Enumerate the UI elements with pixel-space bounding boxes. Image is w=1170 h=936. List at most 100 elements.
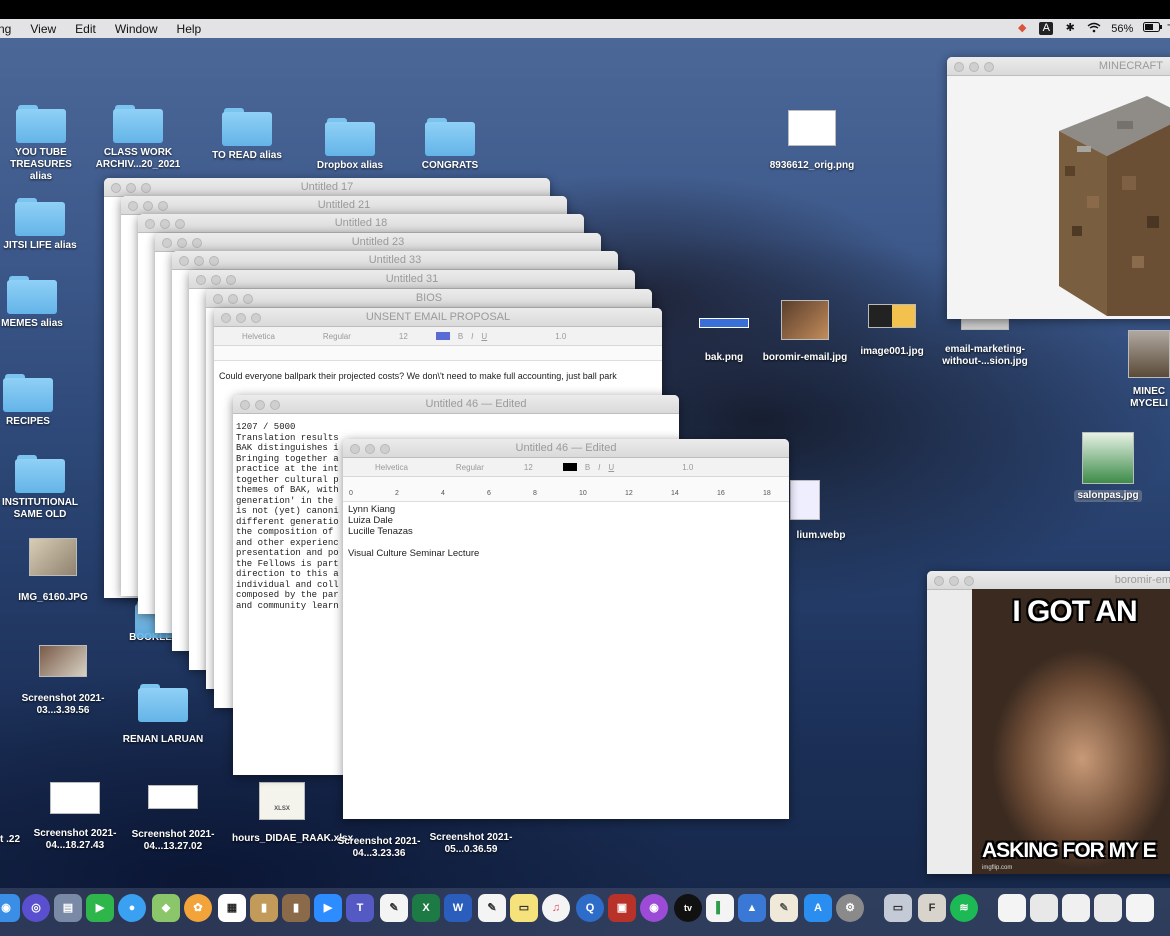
messages-icon[interactable]: ● <box>118 894 146 922</box>
menu-app[interactable]: ng <box>0 22 11 36</box>
folder-icon-class-work[interactable]: CLASS WORK ARCHIV...20_2021 <box>92 105 184 171</box>
menu-view[interactable]: View <box>30 22 56 36</box>
image-file-email-marketing[interactable]: email-marketing-without-...sion.jpg <box>932 318 1038 368</box>
boromir-window-titlebar[interactable]: boromir-em <box>927 571 1170 590</box>
zoom-button[interactable] <box>251 313 261 323</box>
app-store-icon[interactable]: A <box>804 894 832 922</box>
siri-icon[interactable]: ◎ <box>22 894 50 922</box>
zoom-button[interactable] <box>141 183 151 193</box>
zoom-button[interactable] <box>209 256 219 266</box>
script-editor-icon[interactable]: ✎ <box>770 894 798 922</box>
spotify-icon[interactable]: ≋ <box>950 894 978 922</box>
notes-folder-icon[interactable]: ▮ <box>250 894 278 922</box>
books-icon[interactable]: ▮ <box>282 894 310 922</box>
maps-icon[interactable]: ◆ <box>152 894 180 922</box>
document-thumbnail-icon[interactable] <box>1062 894 1090 922</box>
zoom-button[interactable] <box>270 400 280 410</box>
close-button[interactable] <box>179 256 189 266</box>
minimize-button[interactable] <box>126 183 136 193</box>
image-file-boromir[interactable]: boromir-email.jpg <box>756 300 854 364</box>
window-titlebar[interactable]: Untitled 18 <box>138 214 584 233</box>
zoom-button[interactable] <box>192 238 202 248</box>
pages-icon[interactable]: ✎ <box>478 894 506 922</box>
window-titlebar[interactable]: Untitled 23 <box>155 233 601 252</box>
window-titlebar[interactable]: Untitled 31 <box>189 270 635 289</box>
screenshot-file-0303[interactable]: Screenshot 2021-03...3.39.56 <box>14 645 112 717</box>
minimize-button[interactable] <box>143 201 153 211</box>
bluetooth-icon[interactable]: ✱ <box>1063 22 1077 35</box>
facetime-icon[interactable]: ▶ <box>86 894 114 922</box>
font-size-select[interactable]: 12 <box>524 463 533 472</box>
window-titlebar[interactable]: Untitled 33 <box>172 251 618 270</box>
italic-button[interactable]: I <box>471 332 473 341</box>
folder-icon-recipes[interactable]: RECIPES <box>0 374 56 428</box>
close-button[interactable] <box>240 400 250 410</box>
safari-icon[interactable]: ◉ <box>0 894 20 922</box>
document-thumbnail-icon[interactable] <box>1126 894 1154 922</box>
bold-button[interactable]: B <box>585 463 590 472</box>
photos-icon[interactable]: ✿ <box>184 894 212 922</box>
window-titlebar[interactable]: BIOS <box>206 289 652 308</box>
screenshot-file-0427[interactable]: Screenshot 2021-04...18.27.43 <box>26 782 124 852</box>
music-icon[interactable]: ♫ <box>542 894 570 922</box>
display-app-icon[interactable]: ▭ <box>884 894 912 922</box>
proposal-document-text[interactable]: Could everyone ballpark their projected … <box>214 369 662 384</box>
image-file-salonpas[interactable]: salonpas.jpg <box>1068 432 1148 502</box>
minimize-button[interactable] <box>365 444 375 454</box>
text-color-swatch[interactable] <box>562 463 577 471</box>
minecraft-preview-window[interactable]: MINECRAFT <box>947 57 1170 319</box>
underline-button[interactable]: U <box>608 463 614 472</box>
boromir-preview-window[interactable]: boromir-em I GOT AN ASKING FOR MY E imgf… <box>927 571 1170 874</box>
window-titlebar[interactable]: Untitled 46 — Edited <box>343 439 789 458</box>
screenshot-file-0413[interactable]: Screenshot 2021-04...13.27.02 <box>124 785 222 853</box>
zoom-button[interactable] <box>158 201 168 211</box>
ruler[interactable]: 0 2 4 6 8 10 12 14 16 18 <box>343 477 789 502</box>
window-titlebar[interactable]: UNSENT EMAIL PROPOSAL <box>214 308 662 327</box>
folder-icon-dropbox[interactable]: Dropbox alias <box>310 118 390 172</box>
document-thumbnail-icon[interactable] <box>1094 894 1122 922</box>
xlsx-file-hours[interactable]: XLSX hours_DIDAE_RAAK.xlsx <box>232 782 353 845</box>
close-button[interactable] <box>111 183 121 193</box>
close-button[interactable] <box>221 313 231 323</box>
numbers-icon[interactable]: ▌ <box>706 894 734 922</box>
system-preferences-icon[interactable]: ⚙ <box>836 894 864 922</box>
dropbox-status-icon[interactable]: ◆ <box>1015 22 1029 35</box>
font-family-select[interactable]: Helvetica <box>375 463 408 472</box>
excel-icon[interactable]: X <box>412 894 440 922</box>
minimize-button[interactable] <box>969 62 979 72</box>
folder-icon-institutional[interactable]: INSTITUTIONAL SAME OLD <box>0 455 80 521</box>
minimize-button[interactable] <box>255 400 265 410</box>
stickies-icon[interactable]: ▭ <box>510 894 538 922</box>
font-style-select[interactable]: Regular <box>323 332 351 341</box>
menu-help[interactable]: Help <box>177 22 202 36</box>
text-color-swatch[interactable] <box>435 332 450 340</box>
wifi-icon[interactable] <box>1087 22 1101 35</box>
menu-window[interactable]: Window <box>115 22 158 36</box>
front-document-text[interactable]: Lynn Kiang Luiza Dale Lucille Tenazas Vi… <box>343 502 789 561</box>
ruler[interactable] <box>214 346 662 361</box>
zoom-button[interactable] <box>175 219 185 229</box>
folder-icon-youtube[interactable]: YOU TUBE TREASURES alias <box>0 105 82 183</box>
preview-icon[interactable]: ▤ <box>54 894 82 922</box>
close-button[interactable] <box>162 238 172 248</box>
menu-edit[interactable]: Edit <box>75 22 96 36</box>
podcasts-icon[interactable]: ◉ <box>640 894 668 922</box>
input-source-icon[interactable]: A <box>1039 22 1054 35</box>
close-button[interactable] <box>934 576 944 586</box>
apple-tv-icon[interactable]: tv <box>674 894 702 922</box>
minimize-button[interactable] <box>211 275 221 285</box>
window-titlebar[interactable]: Untitled 46 — Edited <box>233 395 679 414</box>
image-file-image001[interactable]: image001.jpg <box>852 304 932 358</box>
minecraft-window-titlebar[interactable]: MINECRAFT <box>947 57 1170 76</box>
font-book-icon[interactable]: F <box>918 894 946 922</box>
zoom-button[interactable] <box>984 62 994 72</box>
close-button[interactable] <box>350 444 360 454</box>
bold-button[interactable]: B <box>458 332 463 341</box>
close-button[interactable] <box>213 294 223 304</box>
italic-button[interactable]: I <box>598 463 600 472</box>
document-thumbnail-icon[interactable] <box>998 894 1026 922</box>
quicktime-icon[interactable]: Q <box>576 894 604 922</box>
keynote-icon[interactable]: ▲ <box>738 894 766 922</box>
battery-icon[interactable] <box>1143 22 1163 35</box>
document-thumbnail-icon[interactable] <box>1030 894 1058 922</box>
